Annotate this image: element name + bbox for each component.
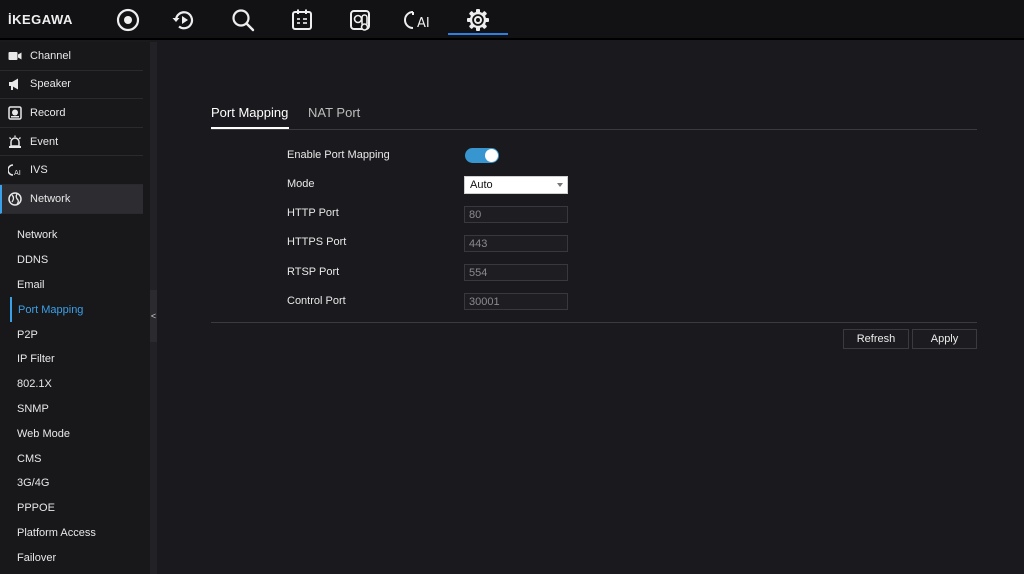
playback-button[interactable] — [170, 6, 198, 34]
schedule-button[interactable] — [288, 6, 316, 34]
control-port-input[interactable] — [464, 293, 568, 310]
rtsp-port-input[interactable] — [464, 264, 568, 281]
calendar-icon — [292, 9, 312, 30]
enable-port-mapping-label: Enable Port Mapping — [287, 149, 390, 161]
sidebar-item-label: Network — [30, 192, 71, 205]
ai-button[interactable]: AI — [404, 6, 438, 34]
sidebar-item-label: Channel — [30, 49, 71, 62]
temperature-button[interactable] — [347, 6, 375, 34]
subnav-item-3g4g[interactable]: 3G/4G — [0, 471, 143, 496]
subnav-item-pppoe[interactable]: PPPOE — [0, 496, 143, 521]
subnav-item-email[interactable]: Email — [0, 273, 143, 298]
refresh-button[interactable]: Refresh — [843, 329, 909, 349]
sidebar-item-ivs[interactable]: AI IVS — [0, 156, 143, 185]
subnav-item-cms[interactable]: CMS — [0, 446, 143, 471]
subnav-item-port-mapping[interactable]: Port Mapping — [10, 297, 143, 323]
thermometer-icon — [350, 10, 370, 31]
mode-label: Mode — [287, 178, 315, 190]
subnav-item-ddns[interactable]: DDNS — [0, 248, 143, 273]
https-port-label: HTTPS Port — [287, 236, 347, 248]
sidebar: Channel Speaker Record Event AI IVS Netw… — [0, 42, 150, 574]
subnav-item-web-mode[interactable]: Web Mode — [0, 421, 143, 446]
form-divider — [211, 322, 977, 323]
toggle-knob — [485, 149, 498, 162]
active-tab-indicator — [211, 127, 289, 129]
chevron-down-icon — [557, 183, 563, 187]
top-bar: İKEGAWA AI — [0, 0, 1024, 40]
search-button[interactable] — [229, 6, 257, 34]
subnav-item-failover[interactable]: Failover — [0, 545, 143, 570]
settings-button[interactable] — [464, 6, 492, 34]
sidebar-item-network[interactable]: Network — [0, 184, 143, 214]
gear-icon — [467, 9, 489, 31]
sidebar-item-label: IVS — [30, 164, 48, 177]
tab-bar: Port Mapping NAT Port — [211, 100, 977, 130]
subnav-item-8021x[interactable]: 802.1X — [0, 372, 143, 397]
sidebar-sub-list: Network DDNS Email Port Mapping P2P IP F… — [0, 223, 143, 570]
mode-select[interactable]: Auto — [464, 176, 568, 194]
enable-port-mapping-toggle[interactable] — [465, 148, 499, 163]
subnav-item-p2p[interactable]: P2P — [0, 322, 143, 347]
active-nav-indicator — [448, 33, 508, 35]
rtsp-port-label: RTSP Port — [287, 266, 340, 278]
https-port-input[interactable] — [464, 235, 568, 252]
sidebar-item-event[interactable]: Event — [0, 128, 143, 157]
sidebar-main-list: Channel Speaker Record Event AI IVS Netw… — [0, 42, 143, 214]
control-port-label: Control Port — [287, 295, 346, 307]
sidebar-item-speaker[interactable]: Speaker — [0, 71, 143, 100]
sidebar-item-label: Record — [30, 106, 66, 119]
sidebar-item-label: Event — [30, 135, 59, 148]
http-port-input[interactable] — [464, 206, 568, 223]
http-port-label: HTTP Port — [287, 207, 339, 219]
ai-icon: AI — [404, 11, 430, 31]
globe-icon — [8, 192, 22, 206]
subnav-item-network[interactable]: Network — [0, 223, 143, 248]
live-view-button[interactable] — [114, 6, 142, 34]
record-icon — [8, 106, 22, 120]
ivs-icon: AI — [8, 163, 22, 177]
sidebar-item-record[interactable]: Record — [0, 99, 143, 128]
ai-label: AI — [417, 16, 430, 31]
subnav-item-ip-filter[interactable]: IP Filter — [0, 347, 143, 372]
sidebar-item-label: Speaker — [30, 78, 71, 91]
svg-text:AI: AI — [14, 169, 21, 177]
alarm-icon — [8, 135, 22, 149]
mode-select-value: Auto — [470, 179, 493, 191]
brand-logo: İKEGAWA — [8, 12, 73, 27]
search-icon — [232, 9, 255, 32]
sidebar-collapse-handle[interactable]: < — [150, 290, 157, 342]
playback-icon — [172, 11, 194, 30]
tab-nat-port[interactable]: NAT Port — [308, 105, 360, 120]
live-view-icon — [116, 8, 140, 32]
subnav-item-snmp[interactable]: SNMP — [0, 397, 143, 422]
speaker-icon — [8, 77, 22, 91]
subnav-item-platform-access[interactable]: Platform Access — [0, 521, 143, 546]
tab-port-mapping[interactable]: Port Mapping — [211, 105, 288, 120]
sidebar-item-channel[interactable]: Channel — [0, 42, 143, 71]
apply-button[interactable]: Apply — [912, 329, 977, 349]
camera-icon — [8, 49, 22, 63]
